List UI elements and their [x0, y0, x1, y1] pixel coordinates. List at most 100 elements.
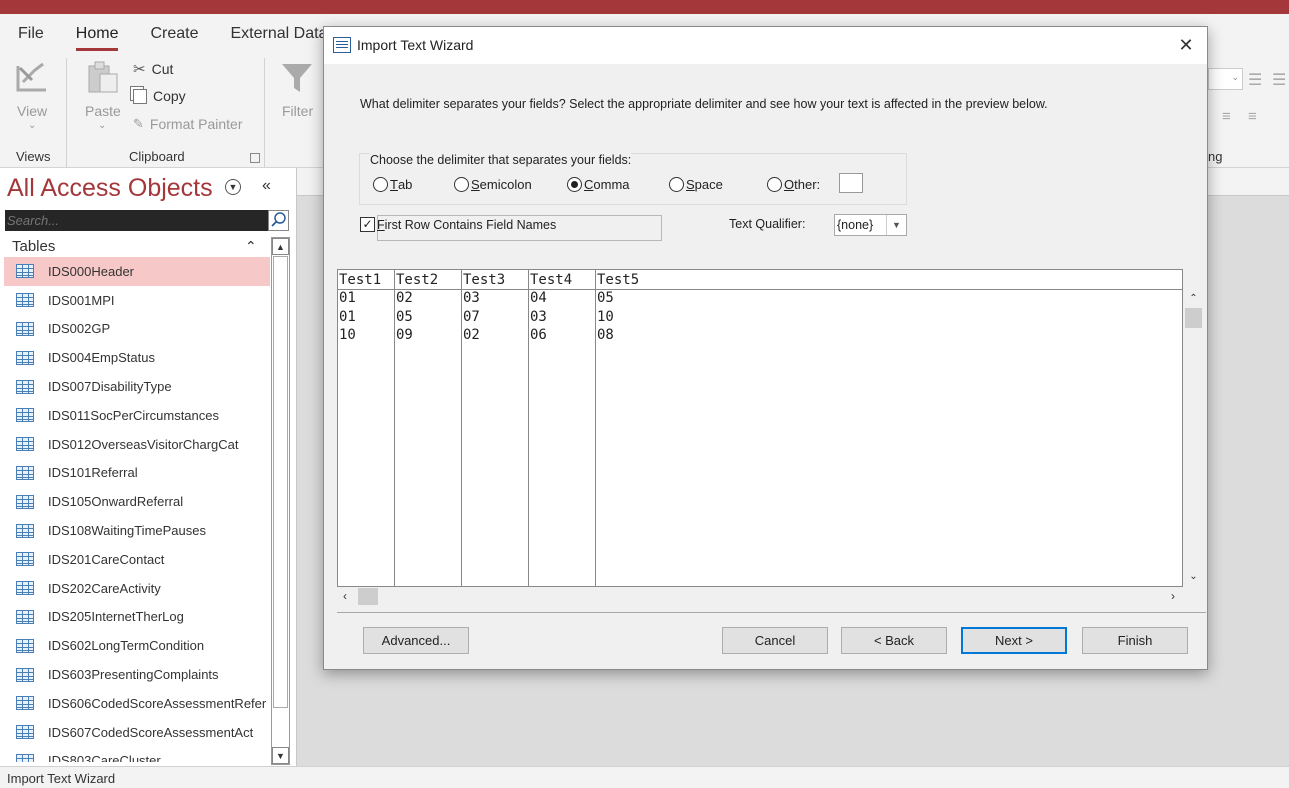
- nav-table-item[interactable]: IDS012OverseasVisitorChargCat: [4, 430, 270, 459]
- nav-table-item[interactable]: IDS607CodedScoreAssessmentAct: [4, 718, 270, 747]
- preview-column[interactable]: Test4 04 03 06: [529, 270, 596, 586]
- magnifier-glyph: [271, 212, 286, 227]
- view-icon: [16, 62, 46, 92]
- align-right-icon[interactable]: ≡: [1248, 108, 1257, 125]
- scroll-up-icon[interactable]: ▲: [272, 238, 289, 255]
- radio-semicolon-key: S: [471, 177, 480, 192]
- data-preview: Test1 01 01 10 Test2 02 05 09 Test3 03 07 02 Test4 04…: [337, 269, 1183, 587]
- clipboard-dialog-launcher-icon[interactable]: [250, 153, 260, 163]
- preview-column-header: Test4: [530, 272, 573, 288]
- nav-table-item[interactable]: IDS002GP: [4, 315, 270, 344]
- table-icon: [16, 552, 34, 567]
- nav-pane-title[interactable]: All Access Objects: [7, 174, 213, 203]
- scroll-down-icon[interactable]: ⌄: [1184, 571, 1203, 582]
- bullets-icon[interactable]: ☰: [1248, 70, 1262, 90]
- copy-label: Copy: [153, 88, 186, 104]
- delimiter-options: Tab Semicolon Comma Space Other:: [373, 177, 893, 197]
- nav-table-item[interactable]: IDS101Referral: [4, 459, 270, 488]
- back-button-label: < Back: [873, 633, 915, 648]
- nav-table-label: IDS000Header: [48, 263, 134, 279]
- nav-table-label: IDS007DisabilityType: [48, 379, 172, 395]
- nav-table-item[interactable]: IDS606CodedScoreAssessmentRefer: [4, 689, 270, 718]
- preview-column[interactable]: Test2 02 05 09: [395, 270, 462, 586]
- next-button[interactable]: Next >: [961, 627, 1067, 654]
- radio-other[interactable]: Other:: [767, 177, 820, 192]
- tab-home[interactable]: Home: [58, 24, 133, 52]
- font-dropdown[interactable]: ⌄: [1208, 68, 1243, 90]
- preview-column[interactable]: Test1 01 01 10: [338, 270, 395, 586]
- nav-table-item[interactable]: IDS202CareActivity: [4, 574, 270, 603]
- nav-table-list: IDS000Header IDS001MPI IDS002GP IDS004EmpSt…: [4, 257, 270, 762]
- collapse-section-icon[interactable]: ⌃: [245, 238, 257, 255]
- view-button[interactable]: View ⌄: [10, 58, 56, 140]
- radio-space-indicator: [669, 177, 684, 192]
- nav-section-tables[interactable]: Tables: [12, 238, 55, 255]
- preview-vscroll-thumb[interactable]: [1185, 308, 1202, 328]
- first-row-field-names-checkbox[interactable]: ✓ First Row Contains Field Names: [360, 217, 556, 232]
- scroll-right-icon[interactable]: ›: [1171, 589, 1175, 603]
- nav-scrollbar-thumb[interactable]: [273, 256, 288, 708]
- scroll-up-icon[interactable]: ⌃: [1184, 293, 1203, 304]
- preview-cell: 06: [530, 327, 547, 343]
- preview-cell: 07: [463, 308, 480, 325]
- nav-table-item[interactable]: IDS803CareCluster: [4, 747, 270, 762]
- preview-vertical-scrollbar[interactable]: ⌃ ⌄: [1184, 289, 1203, 586]
- chevron-down-icon[interactable]: ▼: [886, 215, 906, 235]
- nav-table-item[interactable]: IDS603PresentingComplaints: [4, 660, 270, 689]
- nav-table-label: IDS002GP: [48, 321, 111, 337]
- nav-table-item[interactable]: IDS108WaitingTimePauses: [4, 516, 270, 545]
- nav-pane-menu-icon[interactable]: ▼: [225, 179, 241, 195]
- clipboard-icon: [88, 61, 118, 93]
- nav-scrollbar[interactable]: ▲ ▼: [271, 237, 290, 765]
- radio-comma[interactable]: Comma: [567, 177, 630, 192]
- clipboard-group-label: Clipboard: [129, 149, 185, 164]
- preview-column[interactable]: Test3 03 07 02: [462, 270, 529, 586]
- first-row-label: irst Row Contains Field Names: [384, 217, 557, 232]
- preview-column[interactable]: Test5 05 10 08: [596, 270, 1182, 586]
- tab-file[interactable]: File: [0, 24, 58, 52]
- other-delimiter-input[interactable]: [839, 173, 863, 193]
- nav-table-item[interactable]: IDS004EmpStatus: [4, 343, 270, 372]
- nav-table-item[interactable]: IDS007DisabilityType: [4, 372, 270, 401]
- format-painter-label: Format Painter: [149, 116, 243, 132]
- nav-table-item[interactable]: IDS105OnwardReferral: [4, 487, 270, 516]
- preview-hscroll-thumb[interactable]: [358, 588, 378, 605]
- nav-table-item[interactable]: IDS205InternetTherLog: [4, 603, 270, 632]
- wizard-icon: [333, 37, 351, 53]
- align-center-icon[interactable]: ≡: [1222, 108, 1231, 125]
- nav-table-item[interactable]: IDS000Header: [4, 257, 270, 286]
- preview-horizontal-scrollbar[interactable]: ‹ ›: [337, 587, 1183, 606]
- copy-button[interactable]: Copy: [133, 88, 186, 104]
- search-icon[interactable]: [268, 210, 289, 231]
- numbering-icon[interactable]: ☰: [1272, 70, 1286, 90]
- advanced-button[interactable]: Advanced...: [363, 627, 469, 654]
- nav-table-label: IDS012OverseasVisitorChargCat: [48, 436, 239, 452]
- collapse-pane-icon[interactable]: «: [262, 177, 271, 195]
- table-icon: [16, 350, 34, 365]
- filter-button[interactable]: Filter: [278, 58, 318, 140]
- scroll-down-icon[interactable]: ▼: [272, 747, 289, 764]
- tab-create[interactable]: Create: [132, 24, 212, 52]
- cancel-button[interactable]: Cancel: [722, 627, 828, 654]
- paste-button[interactable]: Paste ⌄: [80, 58, 124, 140]
- radio-tab[interactable]: Tab: [373, 177, 412, 192]
- view-button-label: View: [17, 103, 48, 119]
- scroll-left-icon[interactable]: ‹: [343, 589, 347, 603]
- table-icon: [16, 753, 34, 762]
- format-painter-button[interactable]: ✎ Format Painter: [133, 116, 243, 132]
- radio-semicolon[interactable]: Semicolon: [454, 177, 532, 192]
- radio-space[interactable]: Space: [669, 177, 723, 192]
- back-button[interactable]: < Back: [841, 627, 947, 654]
- finish-button[interactable]: Finish: [1082, 627, 1188, 654]
- nav-table-item[interactable]: IDS201CareContact: [4, 545, 270, 574]
- copy-icon: [133, 88, 147, 104]
- nav-search-input[interactable]: [5, 210, 268, 231]
- nav-table-item[interactable]: IDS602LongTermCondition: [4, 631, 270, 660]
- text-qualifier-select[interactable]: {none} ▼: [834, 214, 907, 236]
- cut-button[interactable]: ✂ Cut: [133, 60, 173, 78]
- nav-table-label: IDS606CodedScoreAssessmentRefer: [48, 695, 267, 711]
- nav-table-item[interactable]: IDS011SocPerCircumstances: [4, 401, 270, 430]
- chevron-down-icon: ⌄: [1231, 72, 1239, 82]
- nav-table-item[interactable]: IDS001MPI: [4, 286, 270, 315]
- close-icon[interactable]: ✕: [1175, 34, 1197, 56]
